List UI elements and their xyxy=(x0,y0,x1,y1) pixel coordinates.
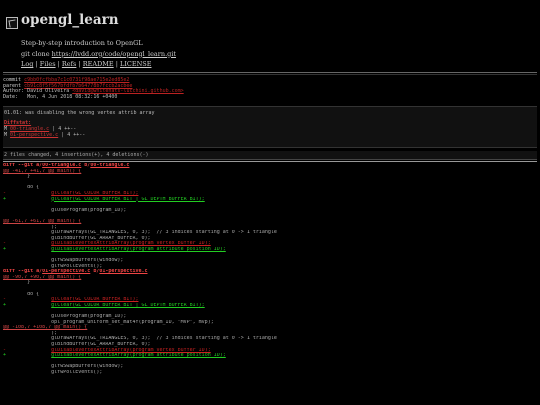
nav-files-link[interactable]: Files xyxy=(40,60,56,68)
nav-readme-link[interactable]: README xyxy=(83,60,114,68)
clone-line: git clone https://lvdd.org/code/opengl_l… xyxy=(21,49,177,58)
line-anchor-link[interactable]: + xyxy=(3,247,51,252)
diff-context-line: glfwPollEvents(); xyxy=(3,369,103,375)
line-anchor-link[interactable]: - xyxy=(3,348,51,353)
repo-title: opengl_learn xyxy=(21,12,119,28)
diff-file-link-b[interactable]: 00-triangle.c xyxy=(90,163,129,168)
logo-icon[interactable] xyxy=(6,17,18,29)
repo-description: Step-by-step introduction to OpenGL xyxy=(21,39,143,47)
nav-license-link[interactable]: LICENSE xyxy=(120,60,152,68)
hunk-link[interactable]: @@ -61,7 +61,7 @@ main() { xyxy=(3,219,81,224)
nav-refs-link[interactable]: Refs xyxy=(62,60,76,68)
line-anchor-link[interactable]: - xyxy=(3,191,51,196)
clone-url-link[interactable]: https://lvdd.org/code/opengl_learn.git xyxy=(52,50,176,58)
diff-view: diff --git a/00-triangle.c b/00-triangle… xyxy=(3,163,537,376)
diff-file-link-b[interactable]: 01-perspective.c xyxy=(99,269,147,274)
hunk-link[interactable]: @@ -108,7 +108,7 @@ main() { xyxy=(3,325,87,330)
commit-message: 01.01: was disabling the wrong vertex at… xyxy=(4,110,155,116)
diff-file-link-a[interactable]: 01-perspective.c xyxy=(42,269,90,274)
header-divider xyxy=(3,72,537,73)
line-anchor-link[interactable]: + xyxy=(3,303,51,308)
commit-info: commit c9bb0fcfbba7c1c0731f98ae715e2ed85… xyxy=(3,77,184,101)
diff-divider xyxy=(3,161,537,162)
commit-date: Mon, 4 Jun 2018 08:32:16 +0400 xyxy=(27,94,118,101)
line-anchor-link[interactable]: + xyxy=(3,197,51,202)
hunk-link[interactable]: @@ -90,7 +90,7 @@ main() { xyxy=(3,275,81,280)
diff-file-link-a[interactable]: 00-triangle.c xyxy=(42,163,81,168)
line-anchor-link[interactable]: + xyxy=(3,353,51,358)
diffstat-file-link[interactable]: 01-perspective.c xyxy=(10,132,58,138)
nav-log-link[interactable]: Log xyxy=(21,60,33,68)
line-anchor-link[interactable]: - xyxy=(3,297,51,302)
repo-header: opengl_learn Step-by-step introduction t… xyxy=(0,0,540,70)
diff-summary: 2 files changed, 4 insertions(+), 4 dele… xyxy=(3,151,537,160)
repo-nav: Log | Files | Refs | README | LICENSE xyxy=(21,60,152,68)
commit-message-box: 01.01: was disabling the wrong vertex at… xyxy=(3,106,537,148)
repo-meta: Step-by-step introduction to OpenGL git … xyxy=(21,38,176,70)
hunk-link[interactable]: @@ -41,7 +41,7 @@ main() { xyxy=(3,169,81,174)
line-anchor-link[interactable]: - xyxy=(3,241,51,246)
header-divider-shadow xyxy=(3,74,537,75)
diffstat-row: M 01-perspective.c | 4 ++-- xyxy=(4,132,86,138)
